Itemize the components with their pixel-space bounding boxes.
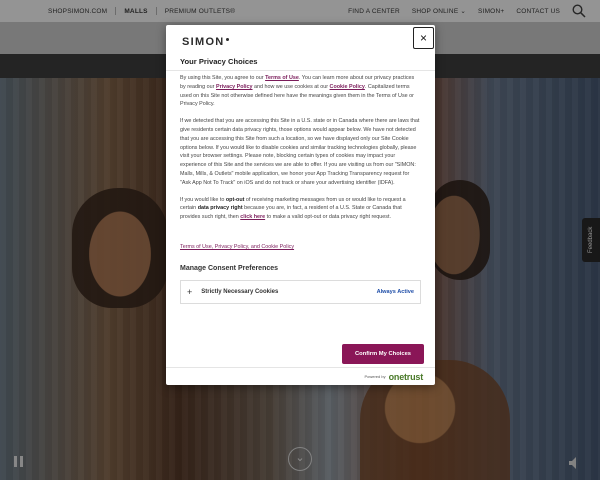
powered-by-text: Powered by	[364, 374, 386, 379]
privacy-modal: SIMON × Your Privacy Choices By using th…	[166, 25, 435, 385]
terms-of-use-link[interactable]: Terms of Use	[265, 75, 299, 81]
p1-text-a: By using this Site, you agree to our	[180, 75, 266, 81]
cookie-policy-link[interactable]: Cookie Policy	[330, 84, 365, 90]
modal-title: Your Privacy Choices	[180, 57, 258, 66]
intro-paragraph: By using this Site, you agree to our Ter…	[180, 74, 421, 109]
expand-plus-icon[interactable]: +	[187, 287, 192, 297]
p1-text-c: and how we use cookies at our	[252, 83, 330, 90]
confirm-choices-button[interactable]: Confirm My Choices	[342, 344, 424, 364]
simon-logo-text: SIMON	[182, 36, 225, 48]
onetrust-logo[interactable]: onetrust	[389, 372, 424, 382]
p3-text-a: If you would like to	[180, 196, 226, 203]
location-paragraph: If we detected that you are accessing th…	[180, 118, 420, 186]
close-button[interactable]: ×	[413, 27, 434, 49]
p3-text-e: to make a valid opt-out or data privacy …	[265, 214, 391, 221]
strictly-necessary-cookies-row[interactable]: + Strictly Necessary Cookies Always Acti…	[180, 279, 421, 304]
consent-preferences-title: Manage Consent Preferences	[180, 264, 279, 272]
click-here-link[interactable]: click here	[240, 214, 265, 220]
modal-footer: Powered by onetrust	[166, 367, 435, 385]
policy-links[interactable]: Terms of Use, Privacy Policy, and Cookie…	[180, 244, 421, 250]
privacy-policy-link[interactable]: Privacy Policy	[216, 84, 253, 90]
simon-logo: SIMON	[182, 36, 229, 48]
p3-privacy-right: data privacy right	[197, 205, 243, 212]
consent-item-label: Strictly Necessary Cookies	[201, 288, 279, 295]
logo-dot-icon	[225, 38, 229, 41]
p3-opt-out: opt-out	[225, 196, 245, 203]
consent-status: Always Active	[376, 288, 414, 295]
modal-body: Your Privacy Choices By using this Site,…	[166, 52, 435, 355]
opt-out-paragraph: If you would like to opt-out of receivin…	[180, 196, 421, 222]
